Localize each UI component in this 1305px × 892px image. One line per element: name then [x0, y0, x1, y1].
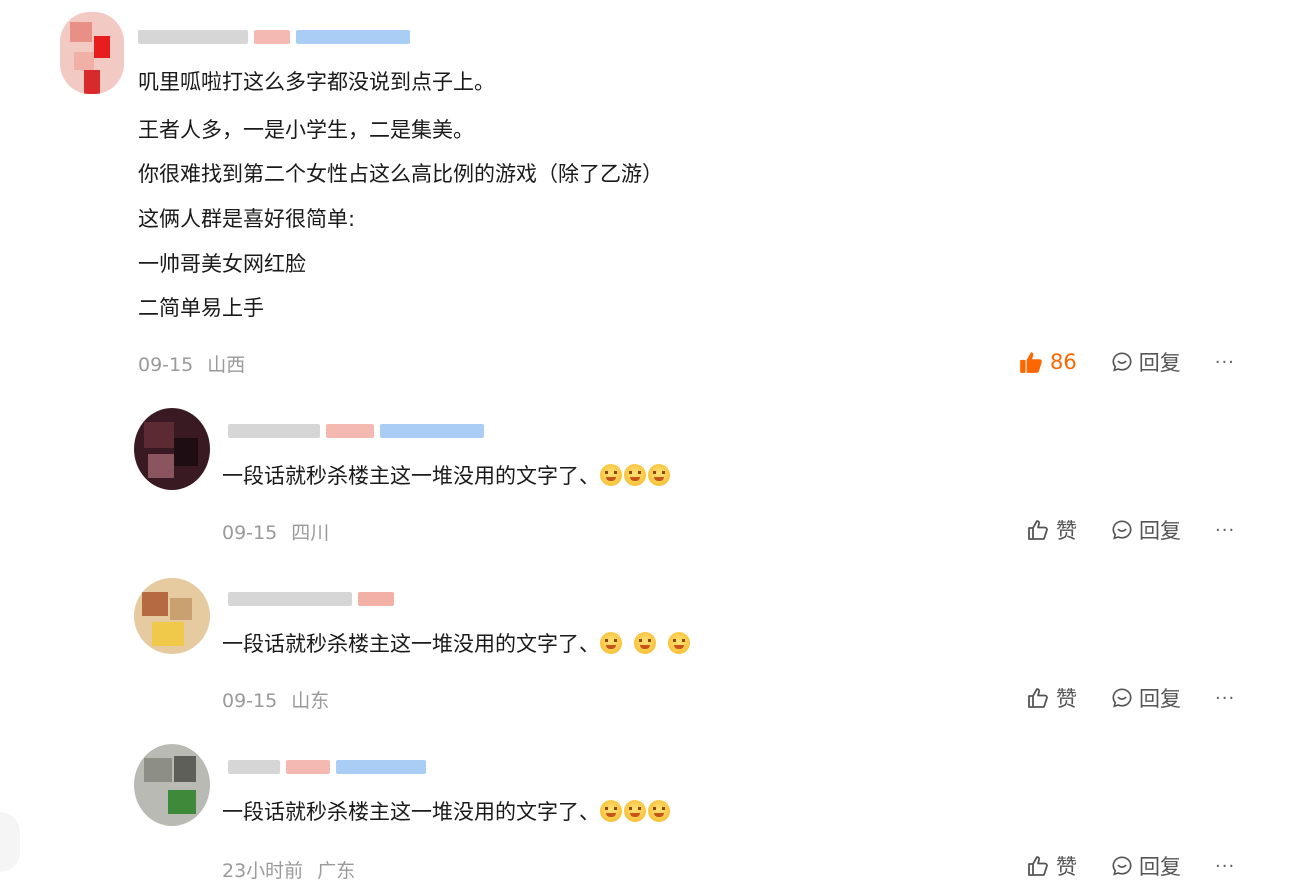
grinning-face-emoji [648, 800, 670, 822]
reply-text-content: 一段话就秒杀楼主这一堆没用的文字了、 [222, 800, 600, 824]
comment-bubble-icon [1112, 352, 1132, 372]
comment-text-line: 这俩人群是喜好很简单: [138, 207, 356, 231]
comment-text-line: 二简单易上手 [138, 296, 264, 320]
thumb-up-outline-icon [1028, 688, 1048, 708]
side-floating-button[interactable] [0, 812, 20, 872]
reply-actions: 赞 回复 ··· [1026, 851, 1235, 881]
grinning-face-emoji [600, 464, 622, 486]
reply-location: 山东 [291, 690, 330, 712]
reply-meta: 09-15 四川 [222, 518, 329, 545]
comment-text-line: 你很难找到第二个女性占这么高比例的游戏（除了乙游） [138, 162, 663, 186]
avatar[interactable] [134, 408, 210, 490]
reply-label: 回复 [1139, 855, 1181, 879]
reply-date: 09-15 [222, 690, 278, 712]
more-dots-icon[interactable]: ··· [1215, 856, 1235, 877]
comment-text-line: 一帅哥美女网红脸 [138, 252, 306, 276]
reply-label: 回复 [1139, 519, 1181, 543]
thumb-up-outline-icon [1028, 856, 1048, 876]
comment-date: 09-15 [138, 354, 194, 376]
reply-button[interactable]: 回复 [1111, 515, 1181, 545]
reply-label: 回复 [1138, 351, 1181, 375]
avatar[interactable] [134, 744, 210, 826]
like-button[interactable]: 赞 [1026, 851, 1077, 881]
like-button[interactable]: 86 [1018, 349, 1077, 375]
reply-date: 23小时前 [222, 860, 304, 882]
reply-date: 09-15 [222, 522, 278, 544]
like-button[interactable]: 赞 [1026, 515, 1077, 545]
more-dots-icon[interactable]: ··· [1215, 520, 1235, 541]
like-label: 赞 [1056, 687, 1077, 711]
username-blurred[interactable] [228, 424, 484, 438]
reply-meta: 23小时前 广东 [222, 856, 355, 883]
grinning-face-emoji [624, 800, 646, 822]
reply-text-content: 一段话就秒杀楼主这一堆没用的文字了、 [222, 632, 600, 656]
reply-label: 回复 [1139, 687, 1181, 711]
username-blurred[interactable] [228, 592, 394, 606]
reply-location: 广东 [317, 860, 356, 882]
like-button[interactable]: 赞 [1026, 683, 1077, 713]
avatar[interactable] [60, 12, 124, 94]
grinning-face-emoji [600, 632, 622, 654]
reply-meta: 09-15 山东 [222, 686, 329, 713]
comment-text-line: 叽里呱啦打这么多字都没说到点子上。 [138, 70, 495, 94]
thumb-up-filled-icon [1020, 352, 1042, 373]
more-dots-icon[interactable]: ··· [1215, 352, 1235, 373]
avatar[interactable] [134, 578, 210, 654]
reply-button[interactable]: 回复 [1111, 851, 1181, 881]
like-count: 86 [1050, 350, 1077, 374]
comment-location: 山西 [207, 354, 246, 376]
reply-text-content: 一段话就秒杀楼主这一堆没用的文字了、 [222, 464, 600, 488]
grinning-face-emoji [648, 464, 670, 486]
grinning-face-emoji [600, 800, 622, 822]
comment-meta: 09-15 山西 [138, 350, 245, 377]
username-blurred[interactable] [228, 760, 426, 774]
comment-bubble-icon [1112, 856, 1132, 876]
thumb-up-outline-icon [1028, 520, 1048, 540]
like-label: 赞 [1056, 519, 1077, 543]
more-dots-icon[interactable]: ··· [1215, 688, 1235, 709]
reply-text: 一段话就秒杀楼主这一堆没用的文字了、 [222, 462, 672, 490]
username-blurred[interactable] [138, 30, 410, 44]
reply-actions: 赞 回复 ··· [1026, 683, 1235, 713]
grinning-face-emoji [624, 464, 646, 486]
reply-button[interactable]: 回复 [1111, 683, 1181, 713]
reply-text: 一段话就秒杀楼主这一堆没用的文字了、 [222, 798, 672, 826]
reply-location: 四川 [291, 522, 330, 544]
reply-actions: 赞 回复 ··· [1026, 515, 1235, 545]
reply-button[interactable]: 回复 [1111, 347, 1181, 377]
reply-text: 一段话就秒杀楼主这一堆没用的文字了、 [222, 630, 692, 658]
comment-bubble-icon [1112, 688, 1132, 708]
grinning-face-emoji [668, 632, 690, 654]
like-label: 赞 [1056, 855, 1077, 879]
grinning-face-emoji [634, 632, 656, 654]
comment-bubble-icon [1112, 520, 1132, 540]
comment-actions: 86 回复 ··· [1018, 347, 1235, 377]
comment-text-line: 王者人多，一是小学生，二是集美。 [138, 118, 474, 142]
